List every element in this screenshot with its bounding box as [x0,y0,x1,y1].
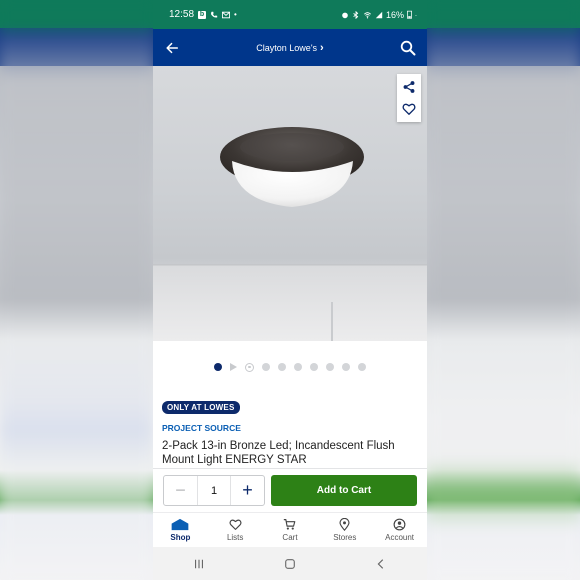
search-icon [400,40,416,55]
light-fixture-image [220,127,364,207]
favorite-button[interactable] [400,100,418,118]
wall-area [153,266,427,341]
mail-icon [222,11,231,18]
tab-label: Shop [170,533,191,542]
increase-quantity-button[interactable]: + [231,476,264,505]
tab-cart[interactable]: Cart [263,518,317,542]
phone-screen: 12:58 b • 16% . Clayton Lowe's › ONLY AT… [153,0,427,580]
background-blur-left [0,0,153,580]
wifi-icon [364,11,372,18]
brand-link[interactable]: PROJECT SOURCE [162,423,418,433]
search-button[interactable] [399,39,417,57]
notification-app-icon: b [198,10,207,19]
home-button-icon[interactable] [284,558,296,570]
store-selector[interactable]: Clayton Lowe's › [256,42,323,54]
tab-label: Account [385,533,415,542]
gallery-dot[interactable] [342,363,350,371]
tab-stores[interactable]: Stores [318,518,372,542]
status-bar: 12:58 b • 16% . [153,0,427,29]
purchase-bar: − 1 + Add to Cart [153,468,427,512]
recent-apps-icon[interactable] [193,558,205,570]
share-icon [403,81,415,93]
battery-percent: 16% [386,9,405,20]
gallery-dot[interactable] [278,363,286,371]
quantity-stepper: − 1 + [163,475,265,506]
decrease-quantity-button[interactable]: − [164,476,197,505]
back-button[interactable] [163,39,181,57]
bottom-tab-bar: Shop Lists Cart Stores Account [153,512,427,547]
gallery-dot-active[interactable] [214,363,222,371]
tab-lists[interactable]: Lists [208,518,262,542]
heart-icon [229,519,242,530]
status-dot-icon: . [415,11,417,18]
share-button[interactable] [400,78,418,96]
wall-corner [331,302,333,341]
chevron-right-icon: › [320,41,324,54]
gallery-dot[interactable] [358,363,366,371]
tab-label: Stores [333,533,357,542]
app-header: Clayton Lowe's › [153,29,427,66]
system-navigation-bar [153,547,427,580]
signal-icon [375,11,383,18]
view-360-icon[interactable] [245,362,254,372]
battery-icon [407,10,413,19]
video-play-icon[interactable] [230,363,237,371]
back-nav-icon[interactable] [375,558,387,570]
tab-account[interactable]: Account [373,518,427,542]
tab-shop[interactable]: Shop [153,518,207,542]
store-name: Clayton Lowe's [256,42,318,53]
quantity-input[interactable]: 1 [197,476,231,505]
background-blur-right [427,0,580,580]
account-icon [393,518,406,531]
cart-icon [284,519,296,530]
heart-icon [402,103,416,115]
tab-label: Lists [226,533,244,542]
gallery-dot[interactable] [310,363,318,371]
tab-label: Cart [282,533,298,542]
arrow-left-icon [166,42,179,53]
product-title: 2-Pack 13-in Bronze Led; Incandescent Fl… [162,440,395,466]
alarm-icon [342,12,348,18]
exclusive-badge: ONLY AT LOWES [162,401,240,414]
status-time: 12:58 [169,9,195,20]
gallery-dot[interactable] [294,363,302,371]
gallery-dot[interactable] [326,363,334,371]
image-actions [397,74,421,122]
more-notifications-dot-icon: • [234,10,237,19]
location-pin-icon [339,518,350,531]
product-info: ONLY AT LOWES PROJECT SOURCE 2-Pack 13-i… [153,393,427,467]
image-pagination [153,341,427,393]
product-image[interactable] [153,66,427,341]
add-to-cart-button[interactable]: Add to Cart [271,475,417,506]
phone-call-icon [211,11,218,18]
home-icon [172,518,189,531]
bluetooth-icon [353,10,359,19]
gallery-dot[interactable] [262,363,270,371]
